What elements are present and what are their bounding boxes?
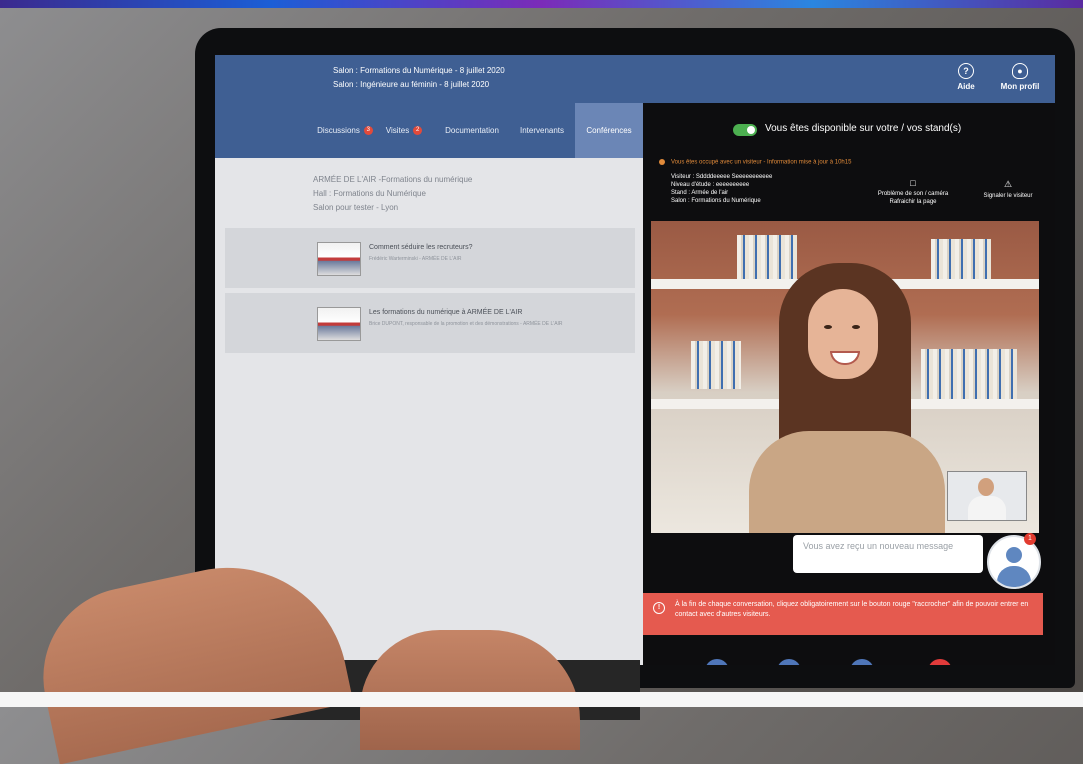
- hangup-button[interactable]: ☎: [928, 659, 952, 665]
- help-label: Aide: [957, 82, 975, 91]
- stand-info-line-1: ARMÉE DE L'AIR -Formations du numérique: [313, 175, 473, 184]
- profile-label: Mon profil: [1000, 82, 1040, 91]
- visitor-salon: Salon : Formations du Numérique: [671, 198, 761, 204]
- person-shirt: [749, 431, 945, 533]
- report-visitor-label: Signaler le visiteur: [983, 193, 1033, 199]
- stand-info: ARMÉE DE L'AIR -Formations du numérique …: [313, 173, 472, 215]
- help-button[interactable]: ? Aide: [943, 63, 989, 91]
- busy-status: Vous êtes occupé avec un visiteur - Info…: [659, 159, 851, 166]
- tab-intervenants[interactable]: Intervenants: [511, 103, 573, 158]
- conference-speaker: Brice DUPONT, responsable de la promotio…: [369, 321, 563, 327]
- message-count-badge: 1: [1024, 533, 1036, 545]
- tab-visites-label: Visites: [385, 126, 410, 135]
- conference-thumbnail: [317, 307, 361, 341]
- hangup-reminder-alert: ! À la fin de chaque conversation, cliqu…: [643, 593, 1043, 635]
- tab-conferences-label: Conférences: [586, 126, 632, 135]
- visitor-name: Visiteur : Sddddeeeee Seeeeeeeeeee: [671, 174, 773, 180]
- discussions-badge: 3: [363, 126, 373, 136]
- smile: [830, 351, 860, 365]
- salon-line-1: Salon : Formations du Numérique - 8 juil…: [333, 66, 505, 75]
- tab-documentation-label: Documentation: [445, 126, 499, 135]
- question-circle-icon: ?: [958, 63, 974, 79]
- salon-line-2: Salon : Ingénieure au féminin - 8 juille…: [333, 80, 490, 89]
- tab-bar: Discussions 3 Visites 2 Documentation Inte…: [215, 103, 643, 158]
- conference-card[interactable]: Comment séduire les recruteurs? Frédéric…: [225, 228, 635, 288]
- stand-info-line-3: Salon pour tester - Lyon: [313, 203, 399, 212]
- visitor-info: Visiteur : Sddddeeeee Seeeeeeeeeee Nivea…: [671, 173, 772, 205]
- self-view-body: [968, 496, 1006, 520]
- availability-text: Vous êtes disponible sur votre / vos sta…: [765, 123, 962, 134]
- self-view-head: [978, 478, 994, 496]
- app-screen: Salon : Formations du Numérique - 8 juil…: [215, 55, 1055, 665]
- camera-icon: □: [910, 178, 916, 188]
- bottom-border: [0, 692, 1083, 707]
- bookshelf: [691, 341, 741, 389]
- self-view-thumbnail[interactable]: [947, 471, 1027, 521]
- eye: [852, 325, 860, 329]
- tab-visites[interactable]: Visites 2: [380, 103, 428, 158]
- conference-card[interactable]: Les formations du numérique à ARMÉE DE L…: [225, 293, 635, 353]
- app-header: Salon : Formations du Numérique - 8 juil…: [215, 55, 1055, 103]
- person-icon: ●: [1012, 63, 1028, 79]
- refresh-page-label: Rafraichir la page: [889, 199, 937, 205]
- conference-title: Les formations du numérique à ARMÉE DE L…: [369, 309, 523, 316]
- camera-toggle-button[interactable]: ■: [777, 659, 801, 665]
- info-icon: !: [653, 602, 665, 614]
- profile-button[interactable]: ● Mon profil: [997, 63, 1043, 91]
- report-visitor-button[interactable]: ⚠ Signaler le visiteur: [973, 179, 1043, 199]
- tab-discussions-label: Discussions: [317, 126, 360, 135]
- avatar-head: [1006, 547, 1022, 563]
- warning-icon: ⚠: [1003, 179, 1013, 189]
- tab-documentation[interactable]: Documentation: [437, 103, 507, 158]
- bookshelf: [921, 349, 1017, 399]
- salon-list: Salon : Formations du Numérique - 8 juil…: [333, 64, 505, 92]
- eye: [824, 325, 832, 329]
- video-panel: Vous êtes disponible sur votre / vos sta…: [643, 103, 1055, 665]
- person-face: [808, 289, 878, 379]
- video-feed: [651, 221, 1039, 533]
- tab-conferences[interactable]: Conférences: [575, 103, 643, 158]
- availability-toggle[interactable]: [733, 124, 757, 136]
- camera-issue-label: Problème de son / caméra: [877, 191, 949, 197]
- bookshelf: [931, 239, 991, 279]
- top-decorative-strip: [0, 0, 1083, 8]
- tab-discussions[interactable]: Discussions 3: [315, 103, 375, 158]
- conference-speaker: Frédéric Warterminski - ARMÉE DE L'AIR: [369, 256, 462, 262]
- hangup-reminder-text: À la fin de chaque conversation, cliquez…: [675, 601, 1029, 618]
- visitor-stand: Stand : Armée de l'air: [671, 190, 729, 196]
- visitor-level: Niveau d'étude : eeeeeeeeee: [671, 182, 750, 188]
- new-message-notification[interactable]: Vous avez reçu un nouveau message: [793, 535, 983, 573]
- chat-button[interactable]: ▤: [850, 659, 874, 665]
- camera-issue-button[interactable]: □ Problème de son / caméra Rafraichir la…: [873, 179, 953, 206]
- bookshelf: [737, 235, 797, 279]
- visites-badge: 2: [413, 126, 423, 136]
- tab-intervenants-label: Intervenants: [519, 126, 565, 135]
- conference-thumbnail: [317, 242, 361, 276]
- avatar-body: [997, 566, 1031, 587]
- stand-info-line-2: Hall : Formations du Numérique: [313, 189, 426, 198]
- microphone-button[interactable]: ●: [705, 659, 729, 665]
- conference-title: Comment séduire les recruteurs?: [369, 244, 473, 251]
